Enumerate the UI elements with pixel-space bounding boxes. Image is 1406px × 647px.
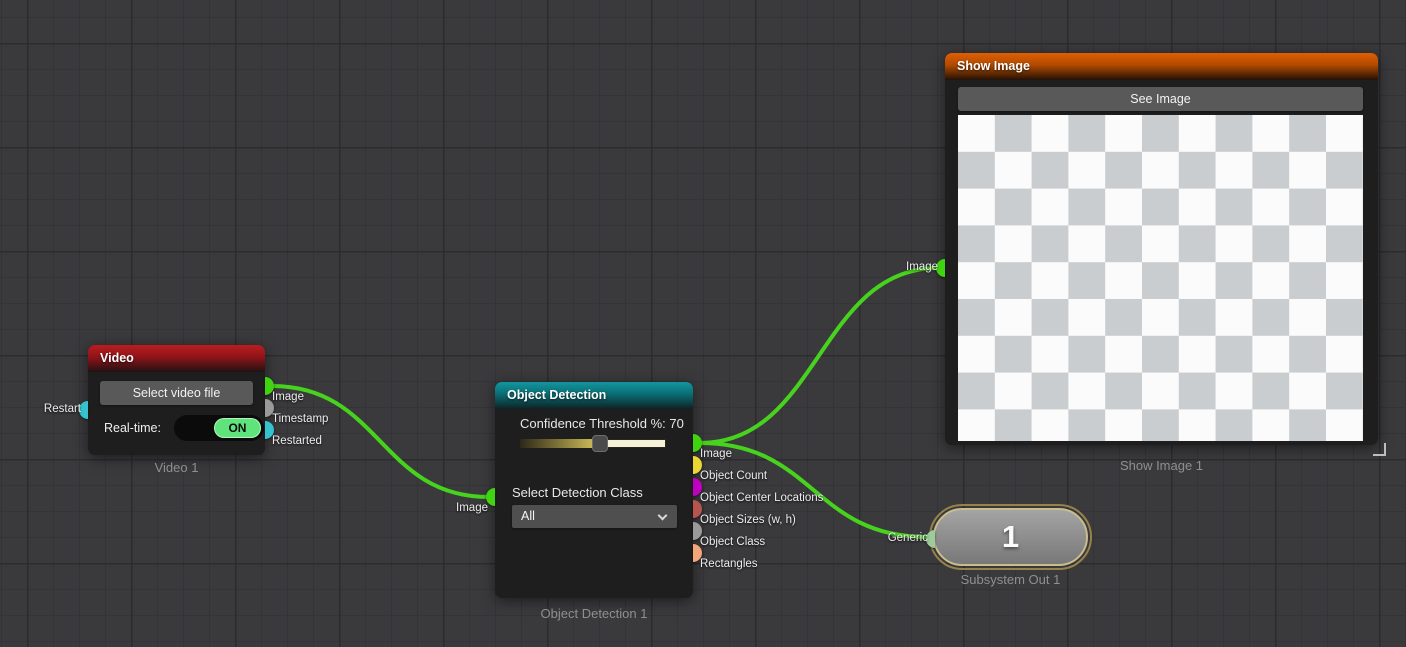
object-detection-node[interactable]: Object Detection Confidence Threshold %:… (495, 382, 693, 598)
wire-detection-image-to-show-image[interactable] (700, 268, 938, 443)
port-object-class-label: Object Class (700, 536, 765, 548)
subsystem-out-caption: Subsystem Out 1 (895, 572, 1126, 587)
port-object-sizes-label: Object Sizes (w, h) (700, 514, 796, 526)
port-timestamp-label: Timestamp (272, 413, 328, 425)
port-detection-image-output-label: Image (700, 448, 732, 460)
detection-class-dropdown[interactable]: All (512, 505, 677, 528)
confidence-threshold-label: Confidence Threshold %: 70 (520, 416, 684, 431)
select-video-file-button[interactable]: Select video file (100, 381, 253, 405)
chevron-down-icon (658, 511, 668, 521)
show-image-node-caption: Show Image 1 (905, 458, 1406, 473)
port-object-count-label: Object Count (700, 470, 767, 482)
confidence-threshold-slider[interactable] (520, 439, 666, 448)
show-image-node[interactable]: Show Image See Image Image Show Image 1 (945, 53, 1378, 445)
realtime-label: Real-time: (104, 421, 161, 435)
port-restart-label: Restart (44, 403, 81, 415)
node-editor-canvas[interactable]: Video Select video file Real-time: ON Re… (0, 0, 1406, 647)
slider-handle[interactable] (592, 435, 608, 452)
port-restarted-label: Restarted (272, 435, 322, 447)
show-image-node-header[interactable]: Show Image (945, 53, 1378, 80)
realtime-toggle[interactable]: ON (174, 415, 264, 441)
port-show-image-input-label: Image (906, 261, 938, 273)
resize-handle-icon[interactable] (1373, 443, 1386, 456)
see-image-button[interactable]: See Image (958, 87, 1363, 111)
port-image-label: Image (272, 391, 304, 403)
subsystem-out-value: 1 (935, 510, 1086, 564)
subsystem-out-node[interactable]: 1 Generic Subsystem Out 1 (933, 508, 1088, 566)
object-detection-node-caption: Object Detection 1 (455, 606, 733, 621)
realtime-toggle-knob[interactable]: ON (214, 418, 261, 438)
object-detection-node-header[interactable]: Object Detection (495, 382, 693, 409)
detection-class-label: Select Detection Class (512, 485, 643, 500)
port-detection-image-input-label: Image (456, 502, 488, 514)
detection-class-value: All (521, 509, 535, 523)
video-node-header[interactable]: Video (88, 345, 265, 372)
slider-track[interactable] (600, 439, 666, 448)
port-generic-input-label: Generic (888, 532, 928, 544)
port-rectangles-label: Rectangles (700, 558, 758, 570)
port-object-center-locations-label: Object Center Locations (700, 492, 823, 504)
video-node[interactable]: Video Select video file Real-time: ON Re… (88, 345, 265, 455)
slider-fill (520, 439, 600, 448)
video-node-caption: Video 1 (48, 460, 305, 475)
image-preview-transparency-checkerboard (958, 115, 1363, 441)
